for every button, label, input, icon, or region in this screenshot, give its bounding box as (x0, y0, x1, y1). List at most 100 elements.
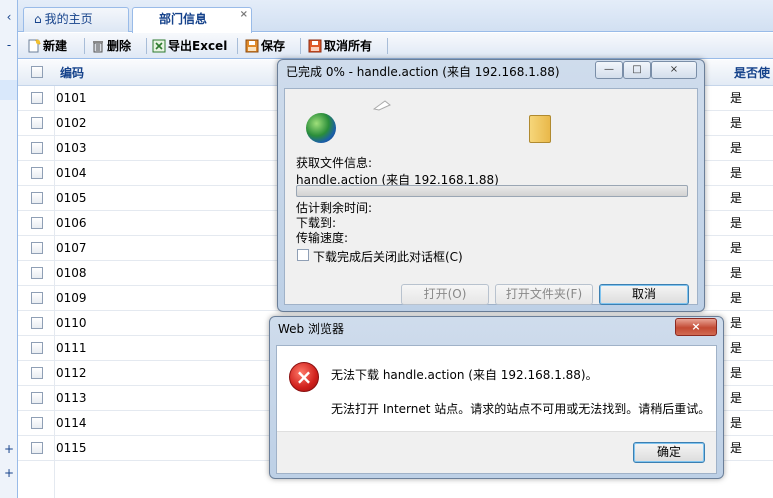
error-icon: × (289, 362, 319, 392)
cell-code: 0112 (56, 366, 87, 380)
tab-department-label: 部门信息 (159, 12, 208, 26)
error-dialog: Web 浏览器 × × 无法下载 handle.action (来自 192.1… (269, 316, 724, 479)
column-header-code[interactable]: 编码 (60, 60, 84, 86)
toolbar-separator (146, 38, 147, 54)
cell-code: 0115 (56, 441, 87, 455)
collapse-arrow-icon[interactable]: ‹ (2, 10, 16, 24)
cell-code: 0104 (56, 166, 87, 180)
cell-enabled: 是 (730, 416, 743, 430)
error-close-button[interactable]: × (675, 318, 717, 336)
cell-enabled: 是 (730, 291, 743, 305)
download-dialog: 已完成 0% - handle.action (来自 192.168.1.88)… (277, 59, 705, 312)
row-checkbox[interactable] (31, 267, 43, 279)
cell-enabled: 是 (730, 116, 743, 130)
select-all-checkbox[interactable] (31, 66, 43, 78)
cell-enabled: 是 (730, 91, 743, 105)
tab-bar: ⌂ 我的主页 部门信息 × (18, 0, 773, 33)
tab-close-icon[interactable]: × (240, 9, 248, 21)
cell-code: 0101 (56, 91, 87, 105)
cancel-all-button-label: 取消所有 (324, 39, 373, 53)
toolbar-separator (387, 38, 388, 54)
download-progress-bar (296, 185, 688, 197)
expand-button-1[interactable]: + (2, 442, 16, 456)
flying-page-icon (373, 100, 391, 111)
cell-enabled: 是 (730, 316, 743, 330)
row-checkbox[interactable] (31, 442, 43, 454)
collapse-button[interactable]: - (2, 38, 16, 52)
column-header-enabled[interactable]: 是否使 (734, 60, 770, 86)
save-button-label: 保存 (261, 39, 286, 53)
export-excel-button[interactable]: 导出Excel (152, 36, 227, 56)
transfer-rate-label: 传输速度: (296, 231, 349, 245)
cell-code: 0111 (56, 341, 87, 355)
cell-enabled: 是 (730, 266, 743, 280)
excel-icon (152, 39, 166, 53)
get-file-info-label: 获取文件信息: (296, 156, 373, 170)
row-checkbox[interactable] (31, 292, 43, 304)
error-message-primary: 无法下载 handle.action (来自 192.168.1.88)。 (331, 368, 598, 382)
row-checkbox[interactable] (31, 192, 43, 204)
cell-enabled: 是 (730, 441, 743, 455)
selected-nav-item[interactable] (0, 80, 17, 100)
cell-code: 0107 (56, 241, 87, 255)
close-on-complete-checkbox[interactable] (297, 249, 309, 261)
tab-department-info[interactable]: 部门信息 × (132, 7, 252, 33)
delete-button[interactable]: 删除 (91, 36, 131, 56)
cancel-download-button[interactable]: 取消 (599, 284, 689, 305)
cell-enabled: 是 (730, 366, 743, 380)
toolbar-separator (300, 38, 301, 54)
cell-enabled: 是 (730, 391, 743, 405)
cell-code: 0114 (56, 416, 87, 430)
cancel-all-button[interactable]: 取消所有 (308, 36, 372, 56)
left-panel-strip: ‹ - + + (0, 0, 18, 498)
error-dialog-footer: 确定 (277, 431, 716, 473)
expand-button-2[interactable]: + (2, 466, 16, 480)
save-button[interactable]: 保存 (245, 36, 285, 56)
row-checkbox[interactable] (31, 117, 43, 129)
row-checkbox[interactable] (31, 317, 43, 329)
row-checkbox[interactable] (31, 242, 43, 254)
close-button[interactable]: × (651, 61, 697, 79)
tab-home[interactable]: ⌂ 我的主页 (23, 7, 129, 32)
download-dialog-body: 获取文件信息: handle.action (来自 192.168.1.88) … (284, 88, 698, 305)
row-checkbox[interactable] (31, 417, 43, 429)
error-dialog-body: × 无法下载 handle.action (来自 192.168.1.88)。 … (276, 345, 717, 474)
close-on-complete-label[interactable]: 下载完成后关闭此对话框(C) (313, 248, 463, 265)
cell-code: 0103 (56, 141, 87, 155)
cell-enabled: 是 (730, 191, 743, 205)
row-checkbox[interactable] (31, 342, 43, 354)
minimize-button[interactable]: — (595, 61, 623, 79)
new-button[interactable]: 新建 (27, 36, 67, 56)
toolbar-separator (84, 38, 85, 54)
cell-code: 0102 (56, 116, 87, 130)
error-message-secondary: 无法打开 Internet 站点。请求的站点不可用或无法找到。请稍后重试。 (331, 402, 711, 416)
toolbar-separator (237, 38, 238, 54)
cancel-doc-icon (308, 39, 322, 53)
open-button[interactable]: 打开(O) (401, 284, 489, 305)
open-folder-button[interactable]: 打开文件夹(F) (495, 284, 593, 305)
cell-code: 0110 (56, 316, 87, 330)
cell-enabled: 是 (730, 241, 743, 255)
row-checkbox[interactable] (31, 392, 43, 404)
export-excel-button-label: 导出Excel (168, 39, 228, 53)
folder-icon (529, 115, 551, 143)
save-icon (245, 39, 259, 53)
maximize-button[interactable]: □ (623, 61, 651, 79)
row-checkbox[interactable] (31, 217, 43, 229)
cell-enabled: 是 (730, 141, 743, 155)
new-button-label: 新建 (43, 39, 68, 53)
cell-code: 0105 (56, 191, 87, 205)
row-checkbox[interactable] (31, 92, 43, 104)
row-checkbox[interactable] (31, 142, 43, 154)
cell-code: 0108 (56, 266, 87, 280)
row-checkbox[interactable] (31, 167, 43, 179)
cell-enabled: 是 (730, 216, 743, 230)
trash-icon (93, 41, 103, 53)
row-checkbox[interactable] (31, 367, 43, 379)
cell-code: 0106 (56, 216, 87, 230)
toolbar: 新建 删除 导出Excel 保存 取消所有 (18, 33, 773, 59)
ok-button[interactable]: 确定 (633, 442, 705, 463)
cell-code: 0113 (56, 391, 87, 405)
error-dialog-title: Web 浏览器 (278, 322, 344, 336)
cell-enabled: 是 (730, 341, 743, 355)
